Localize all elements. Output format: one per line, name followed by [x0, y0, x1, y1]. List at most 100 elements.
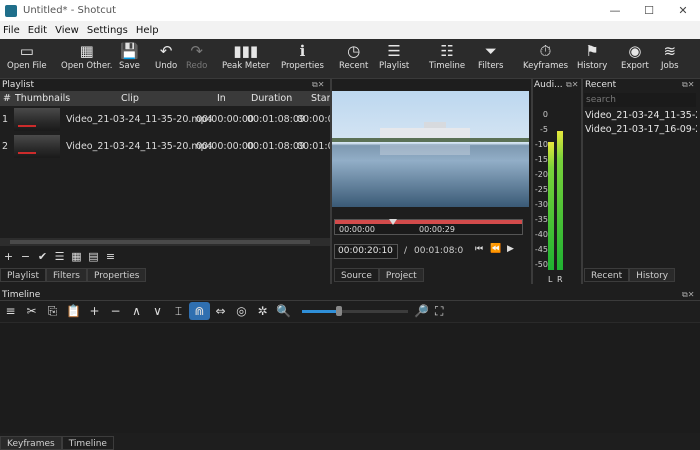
open-other-button[interactable]: ▦ Open Other. — [61, 41, 112, 71]
tab-properties[interactable]: Properties — [86, 268, 147, 282]
overwrite-icon[interactable]: ∨ — [147, 302, 168, 320]
audio-panel-controls[interactable]: ⧉✕ — [566, 80, 578, 90]
playlist-button[interactable]: ☰ Playlist — [379, 41, 409, 71]
col-in[interactable]: In — [217, 91, 226, 106]
tab-filters[interactable]: Filters — [46, 268, 87, 282]
details-view-icon[interactable]: ☰ — [51, 249, 68, 265]
update-icon[interactable]: ✔ — [34, 249, 51, 265]
playlist-row[interactable]: 2 Video_21-03-24_11-35-20.mp4 00:00:00:0… — [0, 133, 340, 160]
timeline-menu-icon[interactable]: ≡ — [0, 302, 21, 320]
append-icon[interactable]: + — [84, 302, 105, 320]
close-button[interactable]: ✕ — [666, 0, 700, 21]
player-scrubber[interactable]: 00:00:00 00:00:29 — [334, 219, 523, 235]
history-button[interactable]: ⚑ History — [577, 41, 607, 71]
col-duration[interactable]: Duration — [251, 91, 292, 106]
keyframes-button[interactable]: ⏱ Keyframes — [523, 41, 568, 71]
meter-scale-label: -25 — [534, 185, 548, 194]
minimize-button[interactable]: — — [598, 0, 632, 21]
playlist-scrollbar-thumb[interactable] — [10, 240, 310, 244]
skip-previous-icon[interactable]: ⏮ — [475, 244, 483, 254]
zoom-out-icon[interactable]: 🔍 — [273, 302, 294, 320]
recent-button[interactable]: ◷ Recent — [339, 41, 368, 71]
history-icon: ⚑ — [585, 42, 599, 60]
undo-label: Undo — [155, 61, 178, 71]
playhead-marker[interactable] — [389, 219, 397, 236]
snap-icon[interactable]: ⋒ — [189, 302, 210, 320]
remove-icon[interactable]: − — [105, 302, 126, 320]
ruler-label-mid: 00:00:29 — [419, 225, 455, 234]
scrub-icon[interactable]: ⇔ — [210, 302, 231, 320]
zoom-slider[interactable] — [302, 310, 408, 313]
row-in: 00:00:00:00 — [196, 114, 254, 125]
panel-splitter[interactable] — [531, 79, 533, 284]
add-icon[interactable]: + — [0, 249, 17, 265]
video-preview[interactable] — [332, 91, 529, 207]
zoom-in-icon[interactable]: 🔎 — [414, 302, 429, 320]
recent-panel-title: Recent — [585, 80, 617, 90]
ripple-icon[interactable]: ◎ — [231, 302, 252, 320]
menu-edit[interactable]: Edit — [28, 25, 47, 36]
tab-timeline[interactable]: Timeline — [61, 436, 114, 450]
col-clip[interactable]: Clip — [121, 91, 139, 106]
timeline-button[interactable]: ☷ Timeline — [429, 41, 465, 71]
save-button[interactable]: 💾 Save — [119, 41, 140, 71]
ripple-all-icon[interactable]: ✲ — [252, 302, 273, 320]
export-label: Export — [621, 61, 649, 71]
undo-button[interactable]: ↶ Undo — [155, 41, 177, 71]
filters-button[interactable]: ⏷ Filters — [478, 41, 503, 71]
properties-button[interactable]: ℹ Properties — [281, 41, 324, 71]
recent-panel-controls[interactable]: ⧉✕ — [682, 80, 694, 90]
split-icon[interactable]: ⌶ — [168, 302, 189, 320]
paste-icon[interactable]: 📋 — [63, 302, 84, 320]
menu-view[interactable]: View — [55, 25, 79, 36]
panel-splitter[interactable] — [581, 79, 583, 284]
playlist-menu-icon[interactable]: ≡ — [102, 249, 119, 265]
menu-file[interactable]: File — [3, 25, 20, 36]
tiles-view-icon[interactable]: ▦ — [68, 249, 85, 265]
jobs-button[interactable]: ≋ Jobs — [661, 41, 679, 71]
tab-keyframes[interactable]: Keyframes — [0, 436, 62, 450]
zoom-fit-icon[interactable]: ⛶ — [435, 302, 443, 320]
export-icon: ◉ — [628, 42, 642, 60]
timeline-track-area[interactable] — [0, 323, 700, 433]
timecode-position[interactable]: 00:00:20:10 — [334, 244, 398, 259]
cut-icon[interactable]: ✂ — [21, 302, 42, 320]
copy-icon[interactable]: ⎘ — [42, 302, 63, 320]
panel-splitter[interactable] — [330, 79, 332, 284]
playlist-row[interactable]: 1 Video_21-03-24_11-35-20.mp4 00:00:00:0… — [0, 106, 340, 133]
tab-playlist[interactable]: Playlist — [0, 268, 46, 282]
maximize-button[interactable]: ☐ — [632, 0, 666, 21]
recent-search-input[interactable]: search — [584, 93, 696, 107]
meter-scale-label: -35 — [534, 215, 548, 224]
scrubber-range — [335, 220, 522, 224]
channel-right-label: R — [557, 275, 563, 284]
row-in: 00:00:00:00 — [196, 141, 254, 152]
tab-project[interactable]: Project — [378, 268, 424, 282]
menu-help[interactable]: Help — [136, 25, 159, 36]
peak-meter-button[interactable]: ▮▮▮ Peak Meter — [222, 41, 270, 71]
lift-icon[interactable]: ∧ — [126, 302, 147, 320]
recent-item[interactable]: Video_21-03-24_11-35-20.mp4 — [585, 110, 697, 121]
remove-icon[interactable]: − — [17, 249, 34, 265]
tab-recent[interactable]: Recent — [584, 268, 630, 282]
col-number[interactable]: # — [3, 91, 11, 106]
tab-source[interactable]: Source — [334, 268, 379, 282]
audio-meter-scale: 0 -5 -10 -15 -20 -25 -30 -35 -40 -45 -50 — [534, 110, 548, 280]
export-button[interactable]: ◉ Export — [621, 41, 649, 71]
tab-history[interactable]: History — [629, 268, 676, 282]
timeline-panel-controls[interactable]: ⧉✕ — [682, 290, 694, 300]
meter-scale-label: -5 — [540, 125, 548, 134]
peak-meter-icon: ▮▮▮ — [233, 42, 259, 60]
open-file-button[interactable]: ▭ Open File — [7, 41, 47, 71]
jobs-icon: ≋ — [663, 42, 677, 60]
recent-item[interactable]: Video_21-03-17_16-09-26.mp4 — [585, 124, 697, 135]
icons-view-icon[interactable]: ▤ — [85, 249, 102, 265]
play-icon[interactable]: ▶ — [507, 244, 514, 254]
rewind-icon[interactable]: ⏪ — [490, 244, 501, 254]
redo-button[interactable]: ↷ Redo — [186, 41, 207, 71]
menu-settings[interactable]: Settings — [87, 25, 128, 36]
zoom-slider-handle[interactable] — [336, 306, 342, 316]
playlist-panel-controls[interactable]: ⧉✕ — [312, 80, 324, 90]
col-thumbnails[interactable]: Thumbnails — [15, 91, 70, 106]
col-start[interactable]: Star — [311, 91, 330, 106]
